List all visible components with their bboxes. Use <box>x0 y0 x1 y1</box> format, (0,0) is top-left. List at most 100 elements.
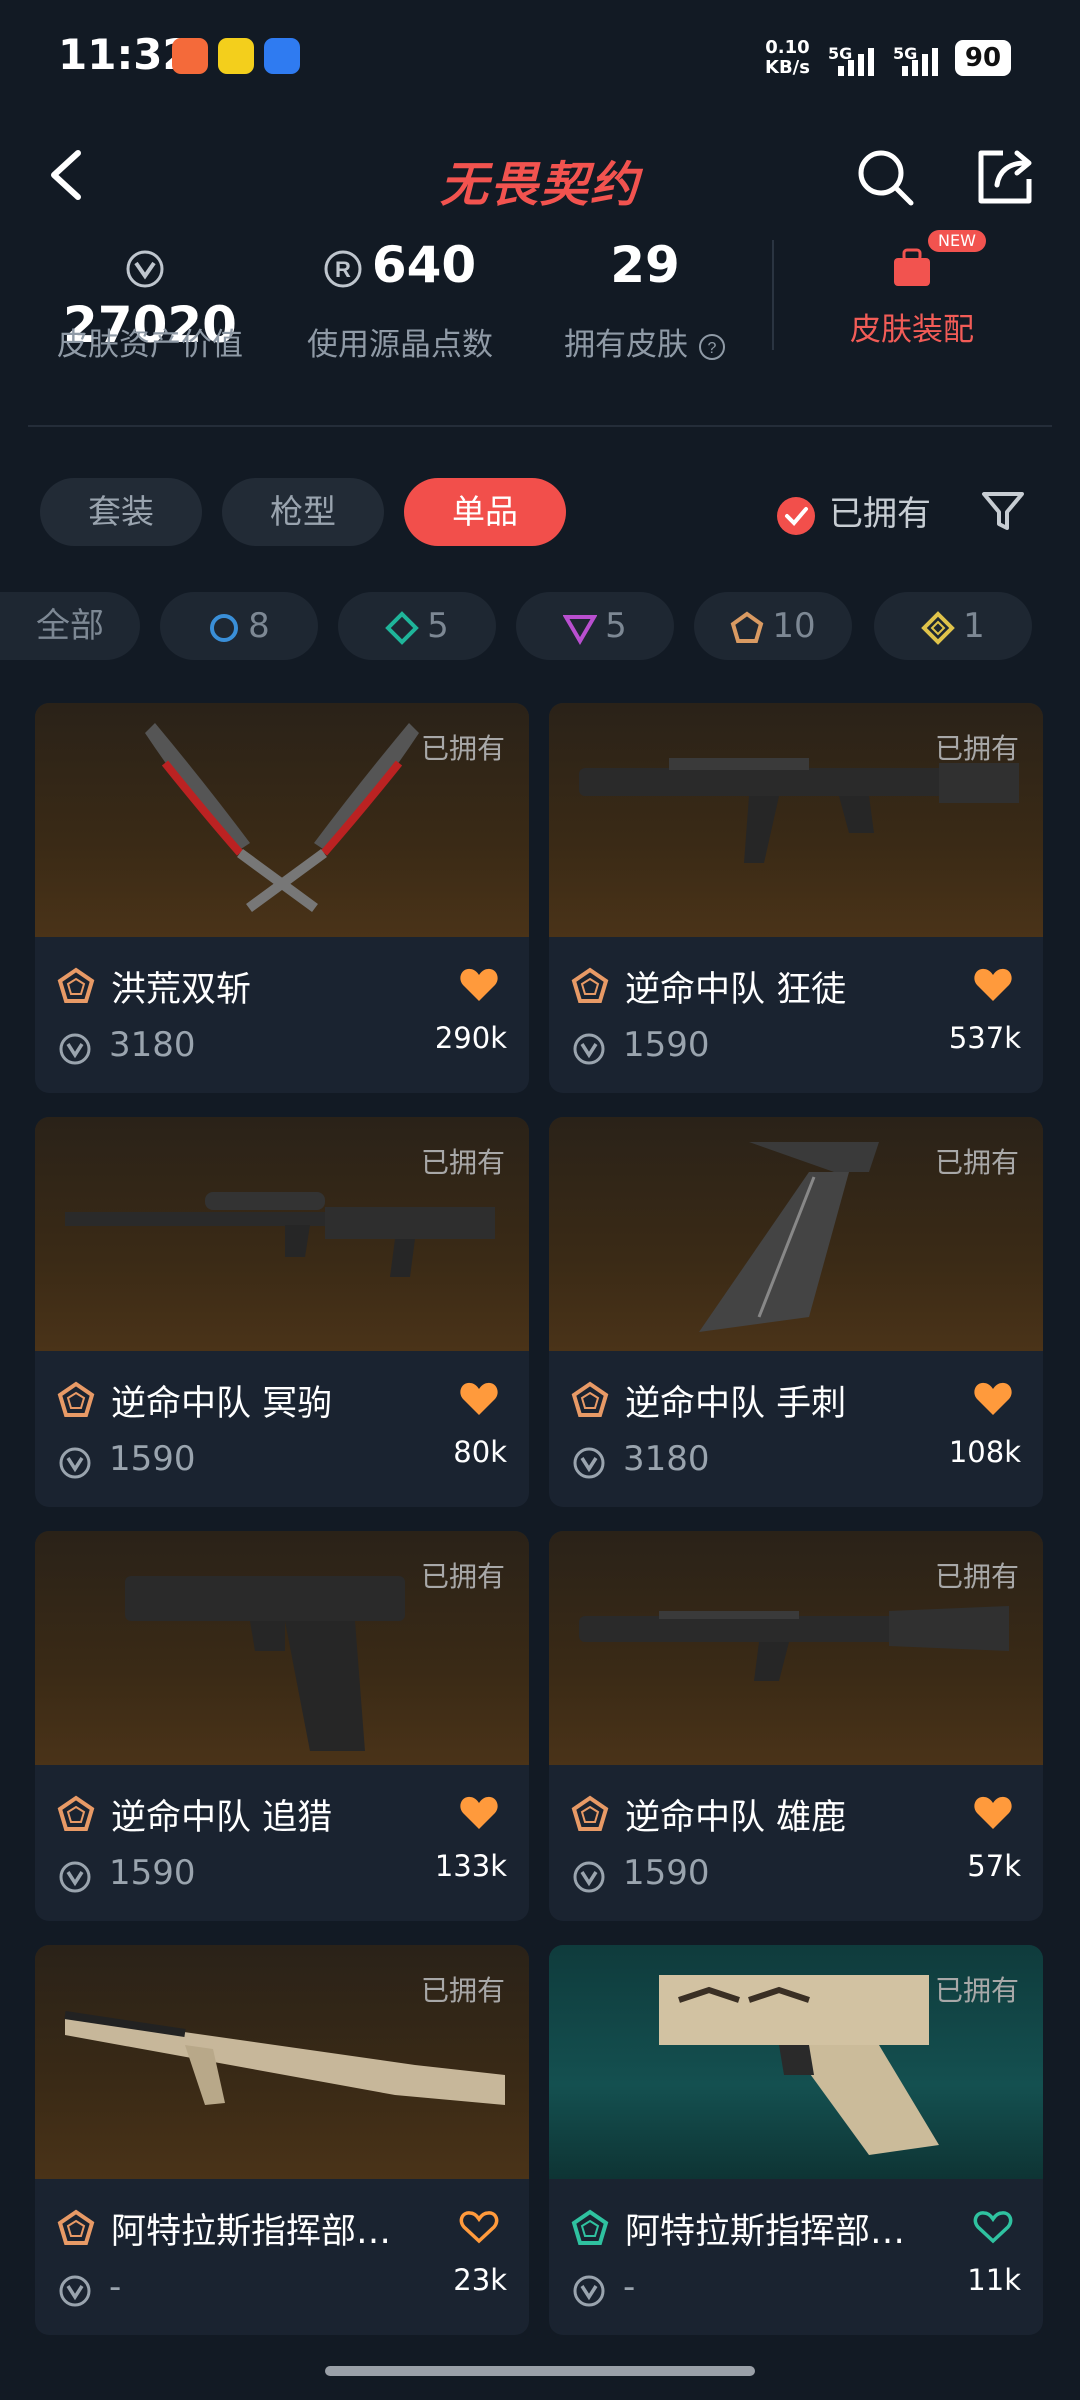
svg-text:R: R <box>335 257 351 282</box>
vp-icon <box>59 1447 91 1479</box>
asset-value-stat: 27020 皮肤资产价值 <box>40 235 260 365</box>
radianite-label: 使用源晶点数 <box>307 327 493 363</box>
tab-single-item[interactable]: 单品 <box>404 478 566 546</box>
app-notification-icon <box>264 38 300 74</box>
like-count: 108k <box>948 1435 1021 1469</box>
owned-label: 已拥有 <box>420 1146 505 1179</box>
like-count: 80k <box>453 1435 507 1469</box>
owned-label: 已拥有 <box>934 1560 1019 1593</box>
deluxe-tier-icon <box>385 610 420 645</box>
skin-card[interactable]: 已拥有逆命中队 手刺 3180 108k <box>549 1117 1043 1507</box>
rarity-icon <box>571 2209 609 2245</box>
skin-price: 3180 <box>623 1439 710 1479</box>
skin-price: 1590 <box>623 1853 710 1893</box>
help-icon[interactable]: ? <box>698 333 726 361</box>
status-bar: 11:32 0.10 KB/s 5G 5G 90 <box>0 0 1080 120</box>
vp-icon <box>573 1861 605 1893</box>
vp-icon <box>126 250 164 287</box>
share-icon[interactable] <box>973 145 1037 209</box>
like-count: 133k <box>434 1849 507 1883</box>
vp-icon <box>573 1033 605 1065</box>
radianite-icon: R <box>324 250 362 287</box>
skin-name: 阿特拉斯指挥部… <box>625 2212 906 2252</box>
home-indicator[interactable] <box>325 2366 755 2376</box>
rarity-icon <box>571 1381 609 1417</box>
rarity-icon <box>571 1795 609 1831</box>
rarity-icon <box>571 967 609 1003</box>
skin-price: 1590 <box>109 1439 196 1479</box>
skin-name: 阿特拉斯指挥部… <box>111 2212 392 2252</box>
radianite-stat: R 640 使用源晶点数 <box>290 235 510 365</box>
skin-price: 1590 <box>109 1853 196 1893</box>
heart-icon[interactable] <box>459 967 499 1003</box>
tab-weapon-type[interactable]: 枪型 <box>222 478 384 546</box>
skin-price: 3180 <box>109 1025 196 1065</box>
signal-icon <box>902 48 938 76</box>
owned-label: 已拥有 <box>934 732 1019 765</box>
skins-owned-stat: 29 拥有皮肤 ? <box>545 235 745 365</box>
like-count: 57k <box>967 1849 1021 1883</box>
chip-select-tier[interactable]: 8 <box>160 592 318 660</box>
skin-card[interactable]: 已拥有 阿特拉斯指挥部… - 11k <box>549 1945 1043 2335</box>
skin-name: 逆命中队 冥驹 <box>111 1384 333 1424</box>
like-count: 537k <box>948 1021 1021 1055</box>
owned-filter-toggle[interactable]: 已拥有 <box>777 490 931 538</box>
skin-name: 逆命中队 雄鹿 <box>625 1798 847 1838</box>
skin-name: 洪荒双斩 <box>111 970 252 1010</box>
skin-card[interactable]: 已拥有 洪荒双斩 3180 290k <box>35 703 529 1093</box>
app-notification-icon <box>172 38 208 74</box>
rarity-icon <box>57 2209 95 2245</box>
back-arrow-icon[interactable] <box>40 145 100 205</box>
heart-icon[interactable] <box>973 967 1013 1003</box>
app-notification-icon <box>218 38 254 74</box>
skin-outfit-button[interactable]: NEW 皮肤装配 <box>832 230 992 349</box>
divider <box>28 425 1052 427</box>
skin-price: - <box>623 2267 636 2307</box>
rarity-icon <box>57 967 95 1003</box>
owned-label: 已拥有 <box>934 1146 1019 1179</box>
vp-icon <box>59 1861 91 1893</box>
divider <box>772 240 774 350</box>
heart-icon[interactable] <box>973 2209 1013 2245</box>
vp-icon <box>573 1447 605 1479</box>
skin-name: 逆命中队 狂徒 <box>625 970 847 1010</box>
skin-card[interactable]: 已拥有 逆命中队 狂徒 1590 537k <box>549 703 1043 1093</box>
tab-bundle[interactable]: 套装 <box>40 478 202 546</box>
heart-icon[interactable] <box>973 1381 1013 1417</box>
filter-icon[interactable] <box>980 488 1026 534</box>
search-icon[interactable] <box>853 145 917 209</box>
heart-icon[interactable] <box>459 1381 499 1417</box>
chip-premium-tier[interactable]: 5 <box>516 592 674 660</box>
new-badge: NEW <box>928 230 986 252</box>
skin-price: - <box>109 2267 122 2307</box>
skin-name: 逆命中队 手刺 <box>625 1384 847 1424</box>
wardrobe-icon <box>894 248 930 286</box>
skin-card[interactable]: 已拥有逆命中队 雄鹿 1590 57k <box>549 1531 1043 1921</box>
skin-outfit-label: 皮肤装配 <box>850 312 974 348</box>
heart-icon[interactable] <box>459 1795 499 1831</box>
skin-card[interactable]: 已拥有 阿特拉斯指挥部… - 23k <box>35 1945 529 2335</box>
ultra-tier-icon <box>921 610 956 645</box>
skins-owned-value: 29 <box>610 236 680 294</box>
vp-icon <box>573 2275 605 2307</box>
vp-icon <box>59 2275 91 2307</box>
skin-card[interactable]: 已拥有 逆命中队 追猎 1590 133k <box>35 1531 529 1921</box>
skin-card[interactable]: 已拥有逆命中队 冥驹 1590 80k <box>35 1117 529 1507</box>
page-title: 无畏契约 <box>439 157 640 213</box>
svg-text:?: ? <box>707 340 716 357</box>
owned-filter-label: 已拥有 <box>829 494 931 534</box>
heart-icon[interactable] <box>459 2209 499 2245</box>
radianite-value: 640 <box>371 236 477 294</box>
chip-ultra-tier[interactable]: 1 <box>874 592 1032 660</box>
chip-exclusive-tier[interactable]: 10 <box>694 592 852 660</box>
asset-value-label: 皮肤资产价值 <box>57 327 243 363</box>
exclusive-tier-icon <box>731 611 764 643</box>
owned-label: 已拥有 <box>934 1974 1019 2007</box>
like-count: 290k <box>434 1021 507 1055</box>
skins-owned-label: 拥有皮肤 <box>564 327 689 363</box>
chip-deluxe-tier[interactable]: 5 <box>338 592 496 660</box>
chip-all[interactable]: 全部 <box>0 592 140 660</box>
select-tier-icon <box>210 613 239 642</box>
heart-icon[interactable] <box>973 1795 1013 1831</box>
battery-icon: 90 <box>955 40 1011 76</box>
